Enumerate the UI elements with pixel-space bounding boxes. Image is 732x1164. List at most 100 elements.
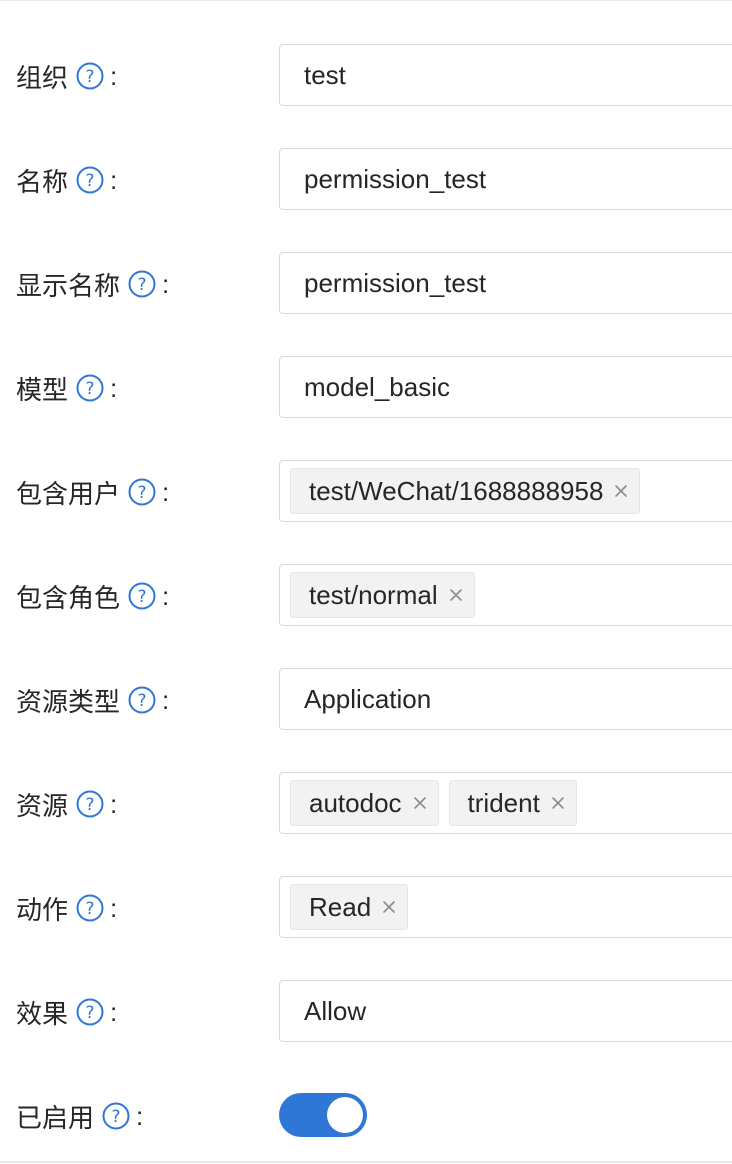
help-icon[interactable]: ?	[76, 374, 104, 402]
close-icon[interactable]	[446, 585, 466, 605]
svg-text:?: ?	[138, 587, 147, 607]
help-icon[interactable]: ?	[128, 270, 156, 298]
field-value: Allow	[304, 995, 367, 1026]
tag-list: test/normal	[280, 572, 475, 618]
form-row-model: 模型 ? : model_basic	[0, 356, 732, 420]
field-value: permission_test	[304, 163, 487, 194]
field-label: 已启用 ? :	[16, 1084, 143, 1148]
close-icon[interactable]	[548, 793, 568, 813]
field-label: 模型 ? :	[16, 356, 117, 420]
field-value: permission_test	[304, 267, 487, 298]
form-row-users: 包含用户 ? : test/WeChat/1688888958	[0, 460, 732, 524]
form-row-enabled: 已启用 ? :	[0, 1084, 732, 1148]
label-colon: :	[136, 1100, 144, 1131]
form-row-resource-type: 资源类型 ? : Application	[0, 668, 732, 732]
resources-multiselect[interactable]: autodoc trident	[279, 772, 732, 834]
label-colon: :	[162, 684, 170, 715]
display-name-input[interactable]: permission_test	[279, 252, 732, 314]
tag-list: autodoc trident	[280, 780, 577, 826]
svg-text:?: ?	[86, 379, 95, 399]
tag-label: trident	[467, 787, 540, 818]
tag-label: autodoc	[309, 787, 402, 818]
svg-text:?: ?	[86, 67, 95, 87]
field-label-text: 包含角色	[16, 583, 121, 614]
roles-multiselect[interactable]: test/normal	[279, 564, 732, 626]
label-colon: :	[110, 788, 118, 819]
help-icon[interactable]: ?	[76, 894, 104, 922]
close-icon[interactable]	[611, 481, 631, 501]
field-label: 动作 ? :	[16, 876, 117, 940]
svg-text:?: ?	[138, 275, 147, 295]
enabled-toggle[interactable]	[279, 1093, 367, 1137]
form-row-display-name: 显示名称 ? : permission_test	[0, 252, 732, 316]
form-row-organization: 组织 ? : test	[0, 44, 732, 108]
label-colon: :	[110, 996, 118, 1027]
field-label-text: 已启用	[16, 1103, 95, 1134]
field-value: test	[304, 59, 346, 90]
top-divider	[0, 0, 732, 1]
field-value: Application	[304, 683, 432, 714]
field-label: 显示名称 ? :	[16, 252, 169, 316]
field-value: model_basic	[304, 371, 450, 402]
form-row-actions: 动作 ? : Read	[0, 876, 732, 940]
model-select[interactable]: model_basic	[279, 356, 732, 418]
resource-tag: autodoc	[290, 780, 439, 826]
help-icon[interactable]: ?	[102, 1102, 130, 1130]
field-label: 资源 ? :	[16, 772, 117, 836]
form-row-resources: 资源 ? : autodoc trident	[0, 772, 732, 836]
field-label-text: 资源类型	[16, 687, 121, 718]
user-tag: test/WeChat/1688888958	[290, 468, 641, 514]
help-icon[interactable]: ?	[128, 686, 156, 714]
label-colon: :	[110, 372, 118, 403]
close-icon[interactable]	[410, 793, 430, 813]
effect-select[interactable]: Allow	[279, 980, 732, 1042]
bottom-divider	[0, 1161, 732, 1163]
form-row-name: 名称 ? : permission_test	[0, 148, 732, 212]
label-colon: :	[110, 60, 118, 91]
form-row-effect: 效果 ? : Allow	[0, 980, 732, 1044]
label-colon: :	[162, 476, 170, 507]
label-colon: :	[162, 580, 170, 611]
field-label-text: 名称	[16, 167, 69, 198]
resource-tag: trident	[448, 780, 577, 826]
action-tag: Read	[290, 884, 409, 930]
tag-label: test/WeChat/1688888958	[309, 475, 604, 506]
help-icon[interactable]: ?	[76, 166, 104, 194]
help-icon[interactable]: ?	[76, 790, 104, 818]
help-icon[interactable]: ?	[128, 582, 156, 610]
field-label-text: 资源	[16, 791, 69, 822]
name-input[interactable]: permission_test	[279, 148, 732, 210]
field-label: 名称 ? :	[16, 148, 117, 212]
field-label: 效果 ? :	[16, 980, 117, 1044]
field-label-text: 动作	[16, 895, 69, 926]
field-label: 组织 ? :	[16, 44, 117, 108]
help-icon[interactable]: ?	[76, 998, 104, 1026]
label-colon: :	[110, 892, 118, 923]
resource-type-select[interactable]: Application	[279, 668, 732, 730]
users-multiselect[interactable]: test/WeChat/1688888958	[279, 460, 732, 522]
field-label-text: 组织	[16, 63, 69, 94]
field-label: 包含角色 ? :	[16, 564, 169, 628]
toggle-knob	[327, 1097, 363, 1133]
svg-text:?: ?	[86, 795, 95, 815]
close-icon[interactable]	[379, 897, 399, 917]
tag-list: Read	[280, 884, 409, 930]
actions-multiselect[interactable]: Read	[279, 876, 732, 938]
organization-select[interactable]: test	[279, 44, 732, 106]
tag-label: test/normal	[309, 579, 438, 610]
svg-text:?: ?	[86, 1003, 95, 1023]
field-label-text: 包含用户	[16, 479, 121, 510]
field-label: 包含用户 ? :	[16, 460, 169, 524]
field-label: 资源类型 ? :	[16, 668, 169, 732]
label-colon: :	[162, 268, 170, 299]
svg-text:?: ?	[138, 483, 147, 503]
field-label-text: 效果	[16, 999, 69, 1030]
svg-text:?: ?	[112, 1107, 121, 1127]
help-icon[interactable]: ?	[76, 62, 104, 90]
role-tag: test/normal	[290, 572, 475, 618]
label-colon: :	[110, 164, 118, 195]
form-row-roles: 包含角色 ? : test/normal	[0, 564, 732, 628]
field-label-text: 模型	[16, 375, 69, 406]
field-label-text: 显示名称	[16, 271, 121, 302]
help-icon[interactable]: ?	[128, 478, 156, 506]
